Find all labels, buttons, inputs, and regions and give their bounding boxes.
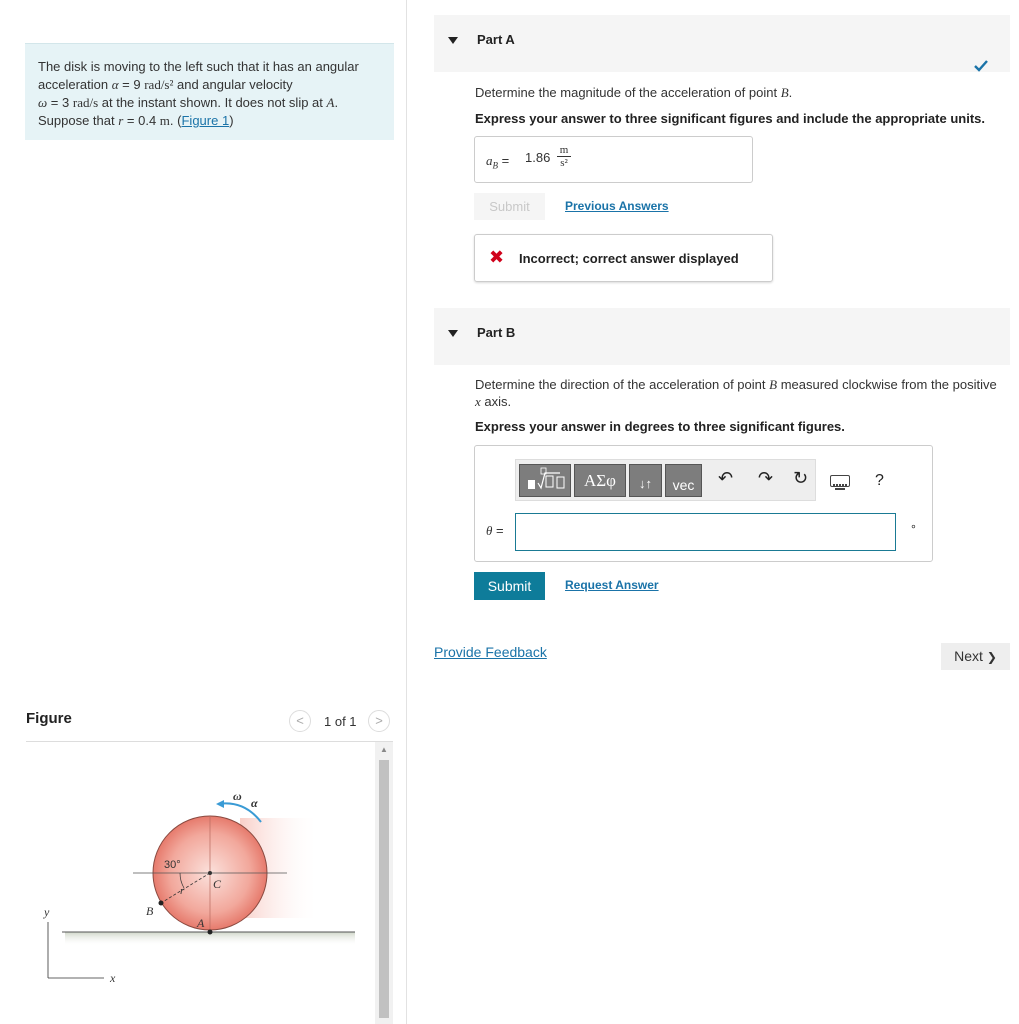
- point-C: [208, 871, 212, 875]
- part-b-label: Part B: [477, 325, 516, 340]
- part-a-header[interactable]: Part A: [434, 15, 1010, 72]
- part-b-answer-editor: ΑΣφ ↓↑ vec ↶ ↷ ↻ ? θ = ∘: [474, 445, 933, 562]
- point-B: [158, 900, 164, 906]
- omega-arrowhead: [216, 800, 224, 808]
- collapse-triangle-icon: [448, 330, 458, 337]
- y-axis-label: y: [43, 905, 50, 919]
- problem-statement: The disk is moving to the left such that…: [25, 43, 394, 140]
- greek-symbols-button[interactable]: ΑΣφ: [574, 464, 626, 497]
- chevron-left-icon: <: [296, 713, 304, 728]
- scrollbar-thumb[interactable]: [379, 760, 389, 1018]
- x-icon: ✖: [489, 247, 505, 267]
- collapse-triangle-icon: [448, 37, 458, 44]
- figure-prev-button[interactable]: <: [289, 710, 311, 732]
- checkmark-icon: [974, 60, 988, 72]
- point-A: [207, 929, 213, 935]
- part-b-instruction: Express your answer in degrees to three …: [475, 419, 845, 434]
- part-a-prompt: Determine the magnitude of the accelerat…: [475, 85, 793, 100]
- omega-label: ω: [233, 789, 242, 803]
- answer-a-units: m s²: [557, 144, 571, 169]
- figure-scrollbar[interactable]: ▲: [375, 742, 393, 1024]
- alpha-label: α: [251, 796, 258, 810]
- arrows-button[interactable]: ↓↑: [629, 464, 662, 497]
- A-label: A: [196, 916, 205, 930]
- chevron-right-icon: ❯: [986, 650, 997, 664]
- chevron-right-icon: >: [375, 713, 383, 728]
- reset-icon[interactable]: ↻: [793, 468, 808, 489]
- part-a-submit-button[interactable]: Submit: [474, 193, 545, 220]
- figure-title: Figure: [26, 710, 72, 727]
- templates-button[interactable]: [519, 464, 571, 497]
- part-b-submit-button[interactable]: Submit: [474, 572, 545, 600]
- theta-input[interactable]: [515, 513, 896, 551]
- B-label: B: [146, 904, 154, 918]
- problem-line-4: Suppose that r = 0.4 m. (Figure 1): [38, 113, 234, 128]
- request-answer-link[interactable]: Request Answer: [565, 578, 659, 592]
- part-b-prompt: Determine the direction of the accelerat…: [475, 377, 997, 409]
- figure-link[interactable]: Figure 1: [181, 113, 229, 128]
- part-a-feedback: ✖ Incorrect; correct answer displayed: [474, 234, 773, 282]
- problem-line-2: acceleration α = 9 rad/s² and angular ve…: [38, 77, 293, 92]
- degree-unit: ∘: [910, 521, 917, 533]
- next-button[interactable]: Next ❯: [941, 643, 1010, 670]
- figure-next-button[interactable]: >: [368, 710, 390, 732]
- scroll-up-arrow-icon[interactable]: ▲: [375, 742, 393, 758]
- provide-feedback-link[interactable]: Provide Feedback: [434, 644, 547, 660]
- C-label: C: [213, 877, 222, 891]
- part-a-instruction: Express your answer to three significant…: [475, 111, 985, 126]
- problem-line-3: ω = 3 rad/s at the instant shown. It doe…: [38, 95, 339, 110]
- previous-answers-link[interactable]: Previous Answers: [565, 199, 669, 213]
- part-a-answer-display: aB = 1.86 m s²: [474, 136, 753, 183]
- templates-icon: [528, 467, 565, 490]
- x-axis-label: x: [109, 971, 116, 985]
- undo-icon[interactable]: ↶: [718, 468, 733, 489]
- help-button[interactable]: ?: [875, 472, 884, 490]
- answer-a-value: 1.86: [525, 150, 551, 165]
- feedback-text: Incorrect; correct answer displayed: [519, 251, 739, 266]
- answer-a-label: aB =: [486, 153, 510, 171]
- vector-button[interactable]: vec: [665, 464, 702, 497]
- column-divider: [406, 0, 407, 1024]
- problem-line-1: The disk is moving to the left such that…: [38, 59, 359, 74]
- redo-icon[interactable]: ↷: [758, 468, 773, 489]
- figure-divider: [26, 741, 393, 742]
- r-label: r: [180, 885, 185, 897]
- keyboard-icon[interactable]: [830, 475, 850, 490]
- theta-label: θ =: [486, 523, 504, 538]
- figure-diagram: ω α 30° r C B A y x: [43, 789, 355, 985]
- part-b-header[interactable]: Part B: [434, 308, 1010, 365]
- angle-label: 30°: [164, 859, 181, 871]
- part-a-label: Part A: [477, 32, 515, 47]
- figure-pager: 1 of 1: [324, 714, 357, 729]
